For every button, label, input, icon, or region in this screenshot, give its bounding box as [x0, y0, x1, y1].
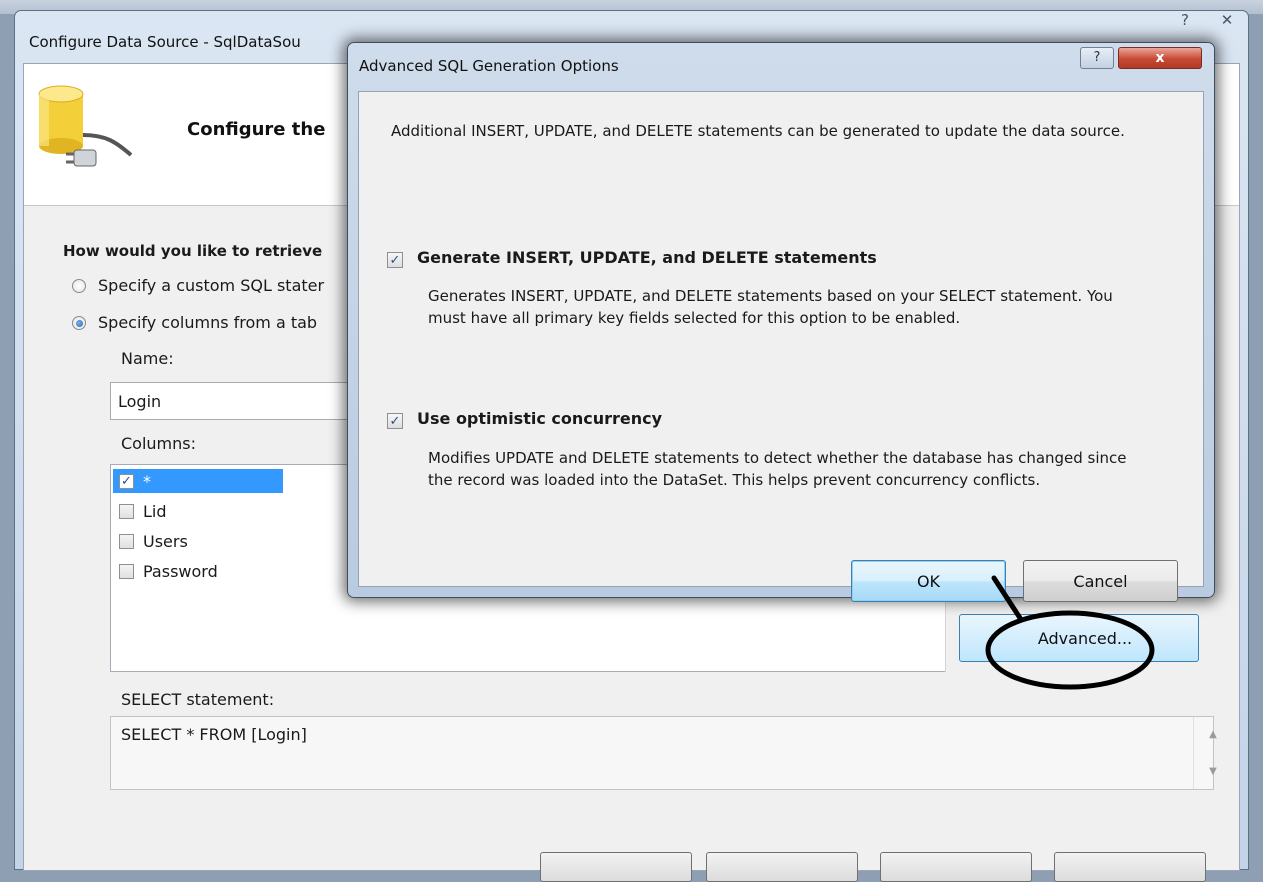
dialog-body: Additional INSERT, UPDATE, and DELETE st… [358, 91, 1204, 602]
radio-columns-label: Specify columns from a tab [98, 313, 318, 332]
optimistic-concurrency-description: Modifies UPDATE and DELETE statements to… [428, 449, 1127, 489]
advanced-button[interactable]: Advanced... [959, 614, 1199, 662]
dialog-title: Advanced SQL Generation Options [359, 57, 619, 75]
cancel-button[interactable]: Cancel [1023, 560, 1178, 602]
generate-statements-description: Generates INSERT, UPDATE, and DELETE sta… [428, 287, 1113, 327]
help-icon[interactable]: ? [1172, 11, 1198, 33]
scroll-down-icon[interactable]: ▼ [1204, 766, 1223, 777]
close-icon[interactable]: x [1118, 47, 1202, 69]
columns-label: Columns: [121, 434, 196, 453]
column-label: Lid [143, 501, 167, 521]
name-label: Name: [121, 349, 174, 368]
radio-custom-sql[interactable]: Specify a custom SQL stater [72, 276, 324, 295]
window-title: Configure Data Source - SqlDataSou [29, 33, 301, 51]
wizard-step-title: Configure the [187, 119, 326, 140]
dialog-description: Additional INSERT, UPDATE, and DELETE st… [391, 122, 1125, 140]
select-statement-box[interactable]: SELECT * FROM [Login] ▲ ▼ [110, 716, 1217, 790]
wizard-button[interactable] [1054, 852, 1206, 882]
table-name-combo[interactable]: Login [110, 382, 370, 420]
column-label: Users [143, 531, 188, 551]
select-statement-label: SELECT statement: [121, 690, 275, 709]
wizard-button[interactable] [540, 852, 692, 882]
column-item[interactable]: Lid [119, 499, 167, 523]
advanced-sql-dialog: Advanced SQL Generation Options ? x Addi… [347, 42, 1215, 602]
help-icon[interactable]: ? [1080, 47, 1114, 69]
column-label: Password [143, 561, 218, 581]
vertical-scrollbar[interactable]: ▲ ▼ [1193, 717, 1217, 789]
optimistic-concurrency-checkbox[interactable]: ✓ [387, 413, 403, 429]
generate-statements-checkbox[interactable]: ✓ [387, 252, 403, 268]
column-label: * [143, 471, 151, 491]
scroll-up-icon[interactable]: ▲ [1204, 729, 1223, 740]
radio-button-selected[interactable] [72, 315, 86, 330]
retrieve-question: How would you like to retrieve [63, 242, 323, 260]
wizard-button[interactable] [880, 852, 1032, 882]
column-item[interactable]: Users [119, 529, 188, 553]
select-statement-text: SELECT * FROM [Login] [121, 725, 307, 744]
database-icon [38, 85, 133, 167]
checkbox[interactable]: ✓ [119, 473, 134, 489]
radio-button[interactable] [72, 278, 86, 293]
optimistic-concurrency-label: Use optimistic concurrency [417, 409, 663, 428]
generate-statements-label: Generate INSERT, UPDATE, and DELETE stat… [417, 248, 877, 267]
checkbox[interactable] [119, 563, 134, 579]
column-item[interactable]: ✓ * [113, 469, 283, 493]
checkbox[interactable] [119, 533, 134, 549]
ok-button[interactable]: OK [851, 560, 1006, 602]
radio-custom-label: Specify a custom SQL stater [98, 276, 325, 295]
checkbox[interactable] [119, 503, 134, 519]
radio-specify-columns[interactable]: Specify columns from a tab [72, 313, 317, 332]
close-icon[interactable]: ✕ [1214, 11, 1240, 33]
wizard-button[interactable] [706, 852, 858, 882]
column-item[interactable]: Password [119, 559, 218, 583]
